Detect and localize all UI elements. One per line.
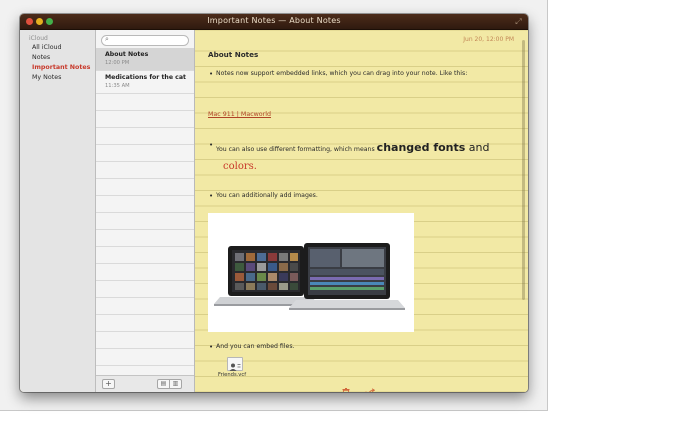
empty-row [96, 281, 194, 298]
note-row-title: Medications for the cat [105, 74, 186, 81]
empty-row [96, 315, 194, 332]
formatting-text: You can also use different formatting, w… [216, 146, 377, 153]
search-icon: ⌕ [105, 35, 109, 43]
sidebar-item-important-notes[interactable]: Important Notes [32, 64, 90, 71]
vcard-icon[interactable] [227, 357, 243, 371]
empty-row [96, 213, 194, 230]
list-item-about-notes[interactable]: About Notes 12:00 PM [96, 48, 194, 71]
note-row-time: 11:35 AM [105, 83, 130, 89]
colors-text: colors. [223, 161, 257, 172]
note-date: Jun 20, 12:00 PM [463, 36, 514, 43]
view-folders-button[interactable]: ▥ [169, 379, 182, 389]
add-note-button[interactable]: + [102, 379, 115, 389]
notes-list-pane: ⌕ About Notes 12:00 PM Medications for t… [96, 30, 195, 392]
macbooks-illustration [214, 243, 405, 310]
note-title: About Notes [208, 50, 259, 59]
empty-row [96, 94, 194, 111]
add-icon: + [105, 379, 112, 388]
list-item-medications[interactable]: Medications for the cat 11:35 AM [96, 71, 194, 94]
empty-row [96, 264, 194, 281]
note-row-time: 12:00 PM [105, 60, 130, 66]
note-bullet-formatting: You can also use different formatting, w… [209, 141, 490, 154]
empty-row [96, 128, 194, 145]
empty-row [96, 332, 194, 349]
folders-sidebar: iCloud All iCloud Notes Important Notes … [20, 30, 96, 392]
sidebar-item-my-notes[interactable]: My Notes [32, 74, 61, 81]
notes-window: Important Notes — About Notes ⤢ iCloud A… [20, 14, 528, 392]
and-text: and [465, 141, 490, 154]
empty-row [96, 145, 194, 162]
empty-row [96, 230, 194, 247]
note-editor[interactable]: Jun 20, 12:00 PM About Notes Notes now s… [195, 30, 528, 392]
screenshot-frame: Important Notes — About Notes ⤢ iCloud A… [0, 0, 548, 411]
window-title: Important Notes — About Notes [207, 16, 341, 25]
empty-row [96, 111, 194, 128]
changed-fonts-text: changed fonts [376, 141, 466, 154]
share-icon[interactable] [365, 388, 375, 392]
attachment-filename[interactable]: Friends.vcf [218, 372, 246, 378]
note-bullet-images: You can additionally add images. [209, 192, 318, 200]
note-scrollbar[interactable] [522, 40, 525, 300]
empty-row [96, 298, 194, 315]
embedded-image-macbooks[interactable] [208, 213, 414, 332]
empty-row [96, 179, 194, 196]
empty-row [96, 196, 194, 213]
notes-list-footer: + ▤ ▥ [96, 375, 194, 392]
note-bullet-links: Notes now support embedded links, which … [209, 70, 467, 78]
empty-row [96, 247, 194, 264]
sidebar-item-all-icloud[interactable]: All iCloud [32, 44, 62, 51]
title-bar: Important Notes — About Notes ⤢ [20, 14, 528, 30]
fullscreen-icon[interactable]: ⤢ [514, 17, 523, 26]
note-row-title: About Notes [105, 51, 149, 58]
empty-row [96, 162, 194, 179]
empty-row [96, 349, 194, 366]
sidebar-item-notes[interactable]: Notes [32, 54, 50, 61]
note-bullet-files: And you can embed files. [209, 343, 295, 351]
search-field[interactable]: ⌕ [101, 35, 189, 46]
notes-list: About Notes 12:00 PM Medications for the… [96, 48, 194, 383]
sidebar-section-icloud: iCloud [29, 35, 48, 42]
trash-icon[interactable] [342, 388, 350, 392]
note-link-macworld[interactable]: Mac 911 | Macworld [208, 111, 271, 118]
